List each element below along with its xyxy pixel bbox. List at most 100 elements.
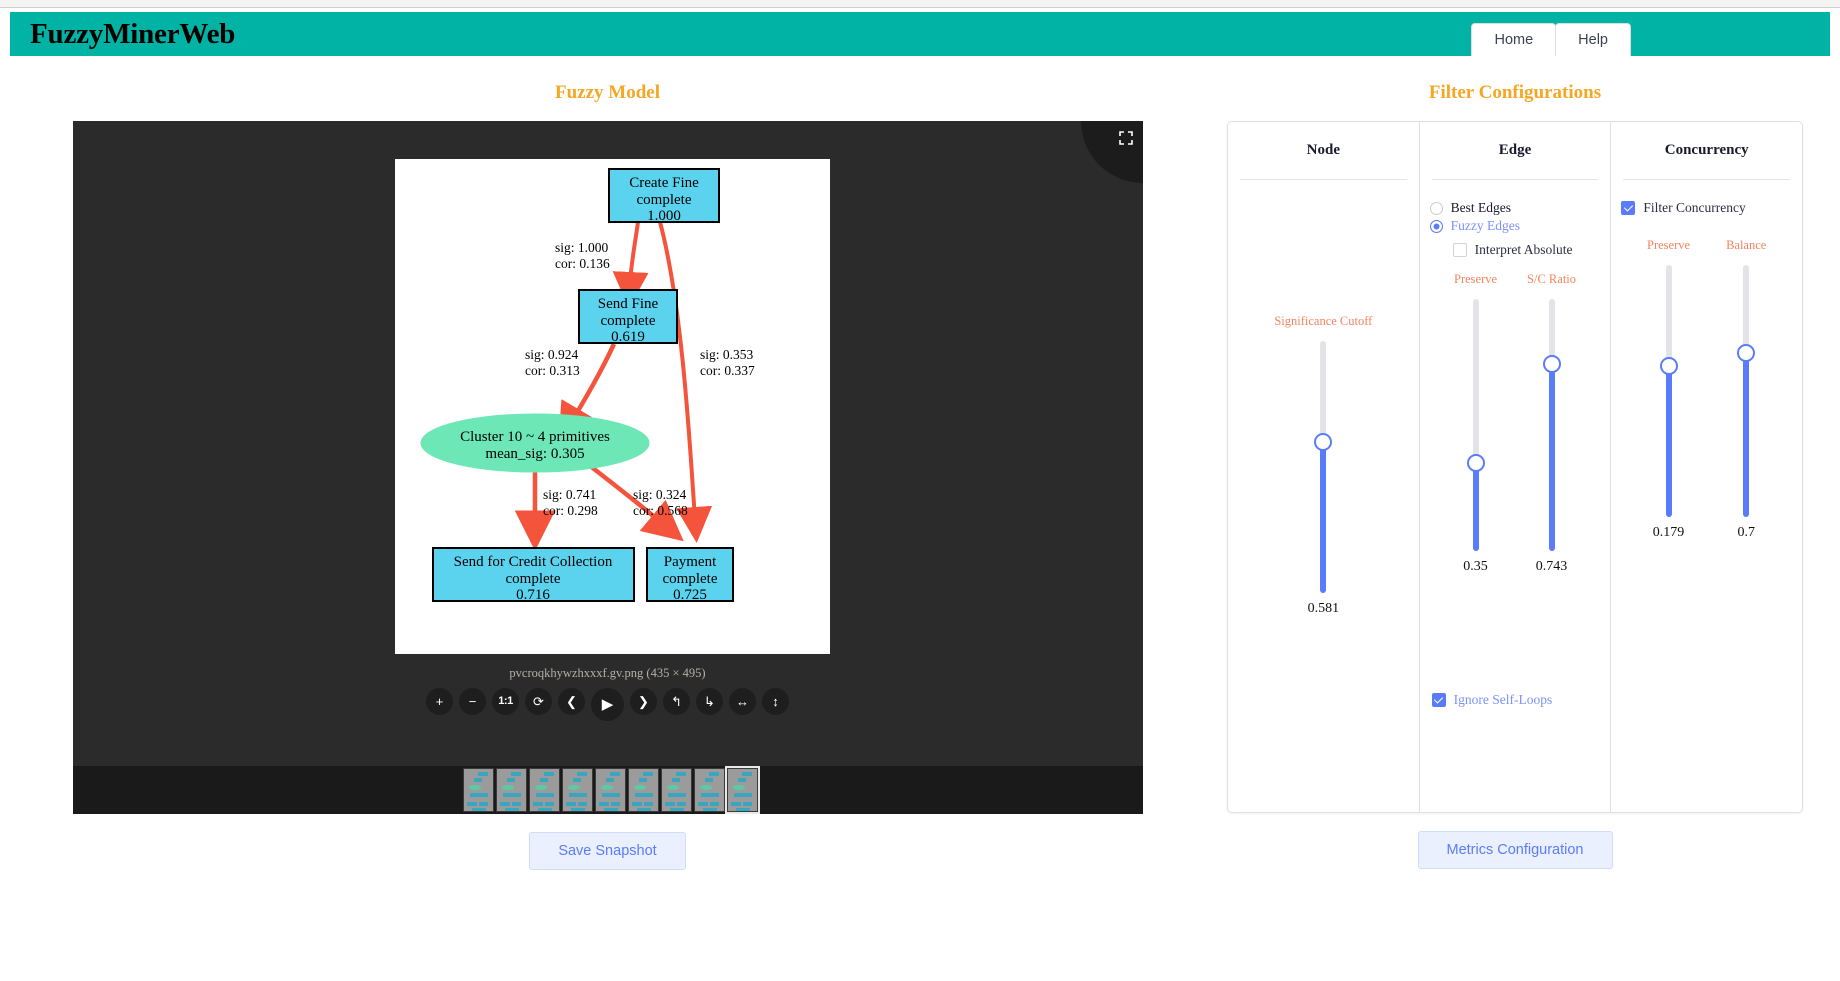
slider-track-concurrency-preserve[interactable]	[1659, 265, 1678, 517]
graph-node-create-fine[interactable]: Create Fine complete 1.000	[607, 168, 720, 224]
flip-vertical-button[interactable]: ↕	[762, 688, 789, 715]
svg-text:0.619: 0.619	[611, 329, 645, 345]
checkbox-label-ignore-self-loops: Ignore Self-Loops	[1453, 692, 1553, 707]
thumbnail-item[interactable]	[496, 768, 527, 812]
slider-track-concurrency-balance[interactable]	[1737, 265, 1756, 517]
svg-text:cor: 0.568: cor: 0.568	[633, 503, 688, 518]
rotate-right-button[interactable]: ↳	[696, 688, 723, 715]
edge-create-fine-to-send-fine	[612, 221, 649, 308]
checkbox-icon-interpret-absolute[interactable]	[1452, 243, 1467, 257]
slider-knob-concurrency-preserve[interactable]	[1659, 356, 1678, 375]
viewer-toolbar: + − 1:1 ⟳ ❮ ▶ ❯ ↰ ↳ ↔ ↕	[73, 688, 1143, 721]
edge-label-create-fine-to-send-fine: sig: 1.000 cor: 0.136	[555, 240, 610, 271]
edge-send-fine-to-cluster	[557, 343, 616, 445]
edge-column-divider	[1431, 179, 1599, 180]
edge-label-create-fine-to-payment: sig: 0.353 cor: 0.337	[700, 347, 755, 378]
fuzzy-graph-svg: sig: 1.000 cor: 0.136 sig: 0.353 cor: 0.…	[420, 168, 755, 603]
navbar-tabs: Home Help	[1471, 23, 1631, 56]
thumbnail-item[interactable]	[463, 768, 494, 812]
svg-text:Send for Credit Collection: Send for Credit Collection	[453, 554, 612, 570]
svg-text:cor: 0.337: cor: 0.337	[700, 363, 755, 378]
filter-configurations-title: Filter Configurations	[1428, 82, 1602, 103]
checkbox-icon-ignore-self-loops[interactable]	[1431, 693, 1446, 707]
slider-knob-sc-ratio[interactable]	[1542, 354, 1561, 373]
actual-size-button[interactable]: 1:1	[492, 688, 519, 715]
slider-track-edge-preserve[interactable]	[1466, 299, 1485, 551]
svg-text:sig: 0.324: sig: 0.324	[633, 487, 687, 502]
checkbox-label-filter-concurrency: Filter Concurrency	[1643, 200, 1746, 215]
graph-node-cluster-10[interactable]: Cluster 10 ~ 4 primitives mean_sig: 0.30…	[420, 413, 649, 473]
checkbox-label-interpret-absolute: Interpret Absolute	[1474, 242, 1573, 257]
fuzzy-model-title: Fuzzy Model	[554, 82, 660, 103]
svg-text:0.716: 0.716	[516, 587, 550, 603]
graph-canvas[interactable]: sig: 1.000 cor: 0.136 sig: 0.353 cor: 0.…	[394, 159, 830, 654]
metrics-configuration-button[interactable]: Metrics Configuration	[1417, 831, 1613, 869]
reset-rotate-button[interactable]: ⟳	[525, 688, 552, 715]
node-column-divider	[1240, 179, 1407, 180]
thumbnail-item[interactable]	[529, 768, 560, 812]
slider-knob-significance-cutoff[interactable]	[1314, 432, 1333, 451]
thumbnail-item[interactable]	[661, 768, 692, 812]
svg-text:complete: complete	[505, 571, 560, 587]
flip-horizontal-button[interactable]: ↔	[729, 688, 756, 715]
checkbox-filter-concurrency[interactable]: Filter Concurrency	[1611, 200, 1802, 216]
svg-text:cor: 0.136: cor: 0.136	[555, 256, 610, 271]
slider-fill	[1548, 363, 1555, 551]
node-sliders: Significance Cutoff 0.581	[1228, 314, 1419, 617]
slider-track-sc-ratio[interactable]	[1542, 299, 1561, 551]
fullscreen-icon[interactable]	[1080, 121, 1143, 183]
slider-label-significance-cutoff: Significance Cutoff	[1274, 314, 1373, 328]
rotate-left-button[interactable]: ↰	[663, 688, 690, 715]
slider-fill	[1472, 462, 1479, 551]
thumbnail-filmstrip[interactable]	[72, 766, 1143, 814]
slider-fill	[1320, 441, 1327, 593]
previous-button[interactable]: ❮	[558, 688, 585, 715]
edge-label-cluster-to-credit-collection: sig: 0.741 cor: 0.298	[543, 487, 598, 518]
zoom-in-button[interactable]: +	[426, 688, 453, 715]
fuzzy-model-column: Fuzzy Model sig: 1.000 cor: 0.136 sig: 0…	[0, 56, 1215, 956]
slider-knob-concurrency-balance[interactable]	[1737, 344, 1756, 363]
slider-value-edge-preserve: 0.35	[1463, 559, 1488, 574]
svg-text:sig: 1.000: sig: 1.000	[555, 240, 609, 255]
thumbnail-item[interactable]	[595, 768, 626, 812]
svg-text:sig: 0.353: sig: 0.353	[700, 347, 754, 362]
nav-tab-help[interactable]: Help	[1555, 23, 1631, 56]
svg-text:sig: 0.924: sig: 0.924	[525, 347, 579, 362]
graph-node-send-fine[interactable]: Send Fine complete 0.619	[577, 289, 678, 345]
edge-create-fine-to-payment	[657, 221, 712, 543]
thumbnail-item[interactable]	[725, 766, 760, 814]
checkbox-icon-filter-concurrency[interactable]	[1621, 201, 1636, 215]
checkbox-interpret-absolute[interactable]: Interpret Absolute	[1420, 242, 1611, 258]
slider-track-significance-cutoff[interactable]	[1314, 341, 1333, 593]
thumbnail-item[interactable]	[694, 768, 725, 812]
checkbox-ignore-self-loops[interactable]: Ignore Self-Loops	[1431, 692, 1553, 708]
slider-value-significance-cutoff: 0.581	[1307, 601, 1340, 616]
zoom-out-button[interactable]: −	[459, 688, 486, 715]
radio-fuzzy-edges[interactable]: Fuzzy Edges	[1420, 218, 1611, 234]
thumbnail-item[interactable]	[628, 768, 659, 812]
radio-icon-fuzzy-edges[interactable]	[1429, 219, 1443, 233]
svg-text:Cluster 10 ~ 4 primitives: Cluster 10 ~ 4 primitives	[460, 429, 610, 445]
app-navbar: FuzzyMinerWeb Home Help	[10, 12, 1830, 56]
edge-sliders: Preserve 0.35 S/C Ratio 0.743	[1420, 272, 1611, 575]
radio-label-fuzzy-edges: Fuzzy Edges	[1450, 218, 1521, 233]
radio-best-edges[interactable]: Best Edges	[1420, 200, 1611, 216]
next-button[interactable]: ❯	[630, 688, 657, 715]
svg-text:0.725: 0.725	[673, 587, 707, 603]
nav-tab-home[interactable]: Home	[1471, 23, 1557, 56]
svg-text:sig: 0.741: sig: 0.741	[543, 487, 596, 502]
graph-node-send-for-credit-collection[interactable]: Send for Credit Collection complete 0.71…	[431, 547, 635, 603]
slider-value-concurrency-preserve: 0.179	[1652, 525, 1685, 540]
svg-text:cor: 0.298: cor: 0.298	[543, 503, 598, 518]
app-brand-title: FuzzyMinerWeb	[30, 17, 236, 50]
graph-node-payment[interactable]: Payment complete 0.725	[645, 547, 734, 603]
filter-panel: Node Significance Cutoff 0.581 Edge Best…	[1227, 121, 1803, 813]
svg-text:complete: complete	[600, 313, 655, 329]
thumbnail-item[interactable]	[562, 768, 593, 812]
radio-icon-best-edges[interactable]	[1429, 201, 1443, 215]
edge-label-cluster-to-payment: sig: 0.324 cor: 0.568	[633, 487, 688, 518]
save-snapshot-button[interactable]: Save Snapshot	[529, 832, 686, 870]
play-button[interactable]: ▶	[591, 688, 624, 721]
image-viewer[interactable]: sig: 1.000 cor: 0.136 sig: 0.353 cor: 0.…	[72, 121, 1143, 814]
slider-knob-edge-preserve[interactable]	[1466, 453, 1485, 472]
